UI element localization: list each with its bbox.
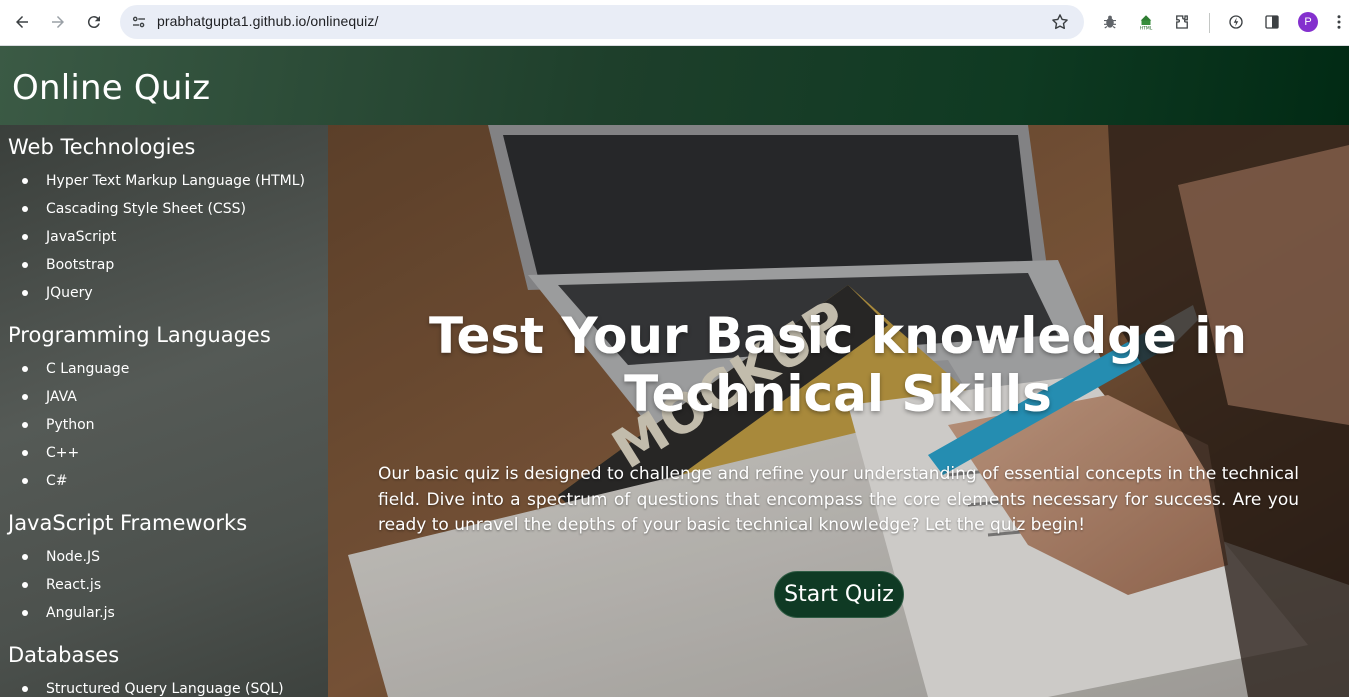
sidebar-item-java[interactable]: JAVA [46, 389, 77, 405]
back-button[interactable] [8, 8, 36, 36]
sidebar-item-python[interactable]: Python [46, 417, 95, 433]
list-bullet [22, 686, 28, 692]
bookmark-star-icon[interactable] [1050, 12, 1070, 32]
sidebar: Web Technologies Hyper Text Markup Langu… [0, 125, 328, 697]
hero-heading: Test Your Basic knowledge in Technical S… [429, 307, 1247, 423]
list-bullet [22, 206, 28, 212]
browser-toolbar: prabhatgupta1.github.io/onlinequiz/ HTML… [0, 0, 1349, 46]
sidebar-item-nodejs[interactable]: Node.JS [46, 549, 100, 565]
list-bullet [22, 394, 28, 400]
back-arrow-icon [16, 16, 28, 28]
address-bar[interactable]: prabhatgupta1.github.io/onlinequiz/ [120, 5, 1084, 39]
html-extension-icon[interactable]: HTML [1135, 11, 1157, 33]
sidebar-item-jquery[interactable]: JQuery [46, 285, 93, 301]
site-settings-icon[interactable] [130, 13, 148, 31]
section-title-javascript-frameworks: JavaScript Frameworks [8, 511, 248, 535]
sidebar-item-angularjs[interactable]: Angular.js [46, 605, 115, 621]
section-title-programming-languages: Programming Languages [8, 323, 271, 347]
side-panel-icon[interactable] [1261, 11, 1283, 33]
reload-button[interactable] [80, 8, 108, 36]
list-bullet [22, 610, 28, 616]
hero-description: Our basic quiz is designed to challenge … [378, 464, 1299, 535]
sidebar-item-c-language[interactable]: C Language [46, 361, 129, 377]
list-bullet [22, 262, 28, 268]
toolbar-divider [1209, 13, 1210, 33]
start-quiz-button[interactable]: Start Quiz [774, 571, 904, 618]
sidebar-item-sql[interactable]: Structured Query Language (SQL) [46, 681, 284, 697]
sidebar-item-css[interactable]: Cascading Style Sheet (CSS) [46, 201, 246, 217]
sidebar-item-reactjs[interactable]: React.js [46, 577, 101, 593]
list-bullet [22, 478, 28, 484]
url-text[interactable]: prabhatgupta1.github.io/onlinequiz/ [157, 13, 378, 29]
extensions-puzzle-icon[interactable] [1171, 11, 1193, 33]
list-bullet [22, 554, 28, 560]
sidebar-item-csharp[interactable]: C# [46, 473, 68, 489]
profile-avatar[interactable]: P [1298, 12, 1318, 32]
sidebar-item-html[interactable]: Hyper Text Markup Language (HTML) [46, 173, 305, 189]
sidebar-item-bootstrap[interactable]: Bootstrap [46, 257, 114, 273]
sidebar-item-cpp[interactable]: C++ [46, 445, 79, 461]
forward-arrow-icon [52, 16, 64, 28]
reload-icon [87, 16, 100, 29]
sidebar-item-javascript[interactable]: JavaScript [46, 229, 116, 245]
more-menu-icon[interactable] [1332, 11, 1346, 33]
list-bullet [22, 366, 28, 372]
list-bullet [22, 178, 28, 184]
section-title-databases: Databases [8, 643, 120, 667]
list-bullet [22, 234, 28, 240]
hero-section: MOCKUP Test Your Basic knowledge in Tech… [328, 125, 1349, 697]
site-title[interactable]: Online Quiz [12, 68, 210, 108]
list-bullet [22, 582, 28, 588]
bug-extension-icon[interactable] [1099, 11, 1121, 33]
performance-icon[interactable] [1225, 11, 1247, 33]
section-title-web-technologies: Web Technologies [8, 135, 196, 159]
site-header: Online Quiz [0, 46, 1349, 125]
list-bullet [22, 422, 28, 428]
forward-button[interactable] [44, 8, 72, 36]
svg-text:HTML: HTML [1140, 26, 1153, 32]
list-bullet [22, 290, 28, 296]
list-bullet [22, 450, 28, 456]
